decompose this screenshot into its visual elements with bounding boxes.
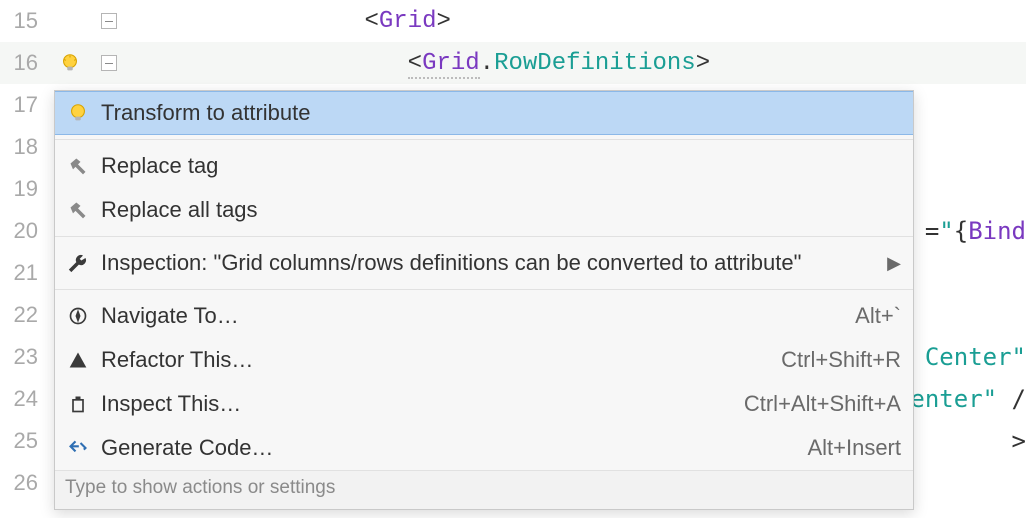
line-number: 18 xyxy=(0,134,46,160)
popup-item-generate-code[interactable]: Generate Code… Alt+Insert xyxy=(55,426,913,470)
line-number: 16 xyxy=(0,50,46,76)
popup-item-label: Navigate To… xyxy=(101,303,843,329)
popup-separator xyxy=(55,236,913,237)
popup-item-label: Replace all tags xyxy=(101,197,901,223)
popup-item-shortcut: Alt+Insert xyxy=(807,435,901,461)
hammer-icon xyxy=(67,155,89,177)
gutter-icon-column[interactable] xyxy=(46,52,94,74)
fold-toggle-icon[interactable] xyxy=(101,13,117,29)
code-editor[interactable]: 15 <Grid> 16 <Grid.RowDefinitions> 17 18… xyxy=(0,0,1026,518)
inspect-icon xyxy=(67,393,89,415)
popup-item-replace-all-tags[interactable]: Replace all tags xyxy=(55,188,913,232)
popup-item-label: Inspect This… xyxy=(101,391,732,417)
fold-toggle-icon[interactable] xyxy=(101,55,117,71)
compass-icon xyxy=(67,305,89,327)
popup-item-replace-tag[interactable]: Replace tag xyxy=(55,144,913,188)
wrench-icon xyxy=(67,252,89,274)
line-number: 19 xyxy=(0,176,46,202)
popup-item-navigate-to[interactable]: Navigate To… Alt+` xyxy=(55,294,913,338)
popup-item-refactor-this[interactable]: Refactor This… Ctrl+Shift+R xyxy=(55,338,913,382)
popup-item-inspect-this[interactable]: Inspect This… Ctrl+Alt+Shift+A xyxy=(55,382,913,426)
popup-item-label: Inspection: "Grid columns/rows definitio… xyxy=(101,250,869,276)
popup-item-label: Refactor This… xyxy=(101,347,769,373)
popup-item-label: Generate Code… xyxy=(101,435,795,461)
popup-item-shortcut: Alt+` xyxy=(855,303,901,329)
lightbulb-icon xyxy=(67,102,89,124)
generate-icon xyxy=(67,437,89,459)
fold-column[interactable] xyxy=(94,55,124,71)
editor-line-current[interactable]: 16 <Grid.RowDefinitions> xyxy=(0,42,1026,84)
popup-item-inspection[interactable]: Inspection: "Grid columns/rows definitio… xyxy=(55,241,913,285)
line-number: 20 xyxy=(0,218,46,244)
code-fragment: > xyxy=(1012,427,1026,455)
fold-column[interactable] xyxy=(94,13,124,29)
hammer-icon xyxy=(67,199,89,221)
submenu-arrow-icon: ▶ xyxy=(881,253,901,274)
popup-item-label: Replace tag xyxy=(101,153,901,179)
intention-actions-popup[interactable]: Transform to attribute Replace tag Repla… xyxy=(54,90,914,510)
popup-hint: Type to show actions or settings xyxy=(55,470,913,509)
code-fragment: enter" / xyxy=(910,385,1026,413)
line-number: 25 xyxy=(0,428,46,454)
line-number: 17 xyxy=(0,92,46,118)
line-number: 26 xyxy=(0,470,46,496)
popup-item-shortcut: Ctrl+Shift+R xyxy=(781,347,901,373)
code-fragment: Center" xyxy=(925,343,1026,371)
triangle-icon xyxy=(67,349,89,371)
popup-item-shortcut: Ctrl+Alt+Shift+A xyxy=(744,391,901,417)
line-number: 21 xyxy=(0,260,46,286)
popup-item-label: Transform to attribute xyxy=(101,100,901,126)
line-number: 23 xyxy=(0,344,46,370)
popup-item-transform-to-attribute[interactable]: Transform to attribute xyxy=(55,91,913,135)
line-number: 15 xyxy=(0,8,46,34)
line-number: 22 xyxy=(0,302,46,328)
lightbulb-icon[interactable] xyxy=(59,52,81,74)
popup-separator xyxy=(55,139,913,140)
code-fragment: ="{Bind xyxy=(925,217,1026,245)
popup-separator xyxy=(55,289,913,290)
line-number: 24 xyxy=(0,386,46,412)
